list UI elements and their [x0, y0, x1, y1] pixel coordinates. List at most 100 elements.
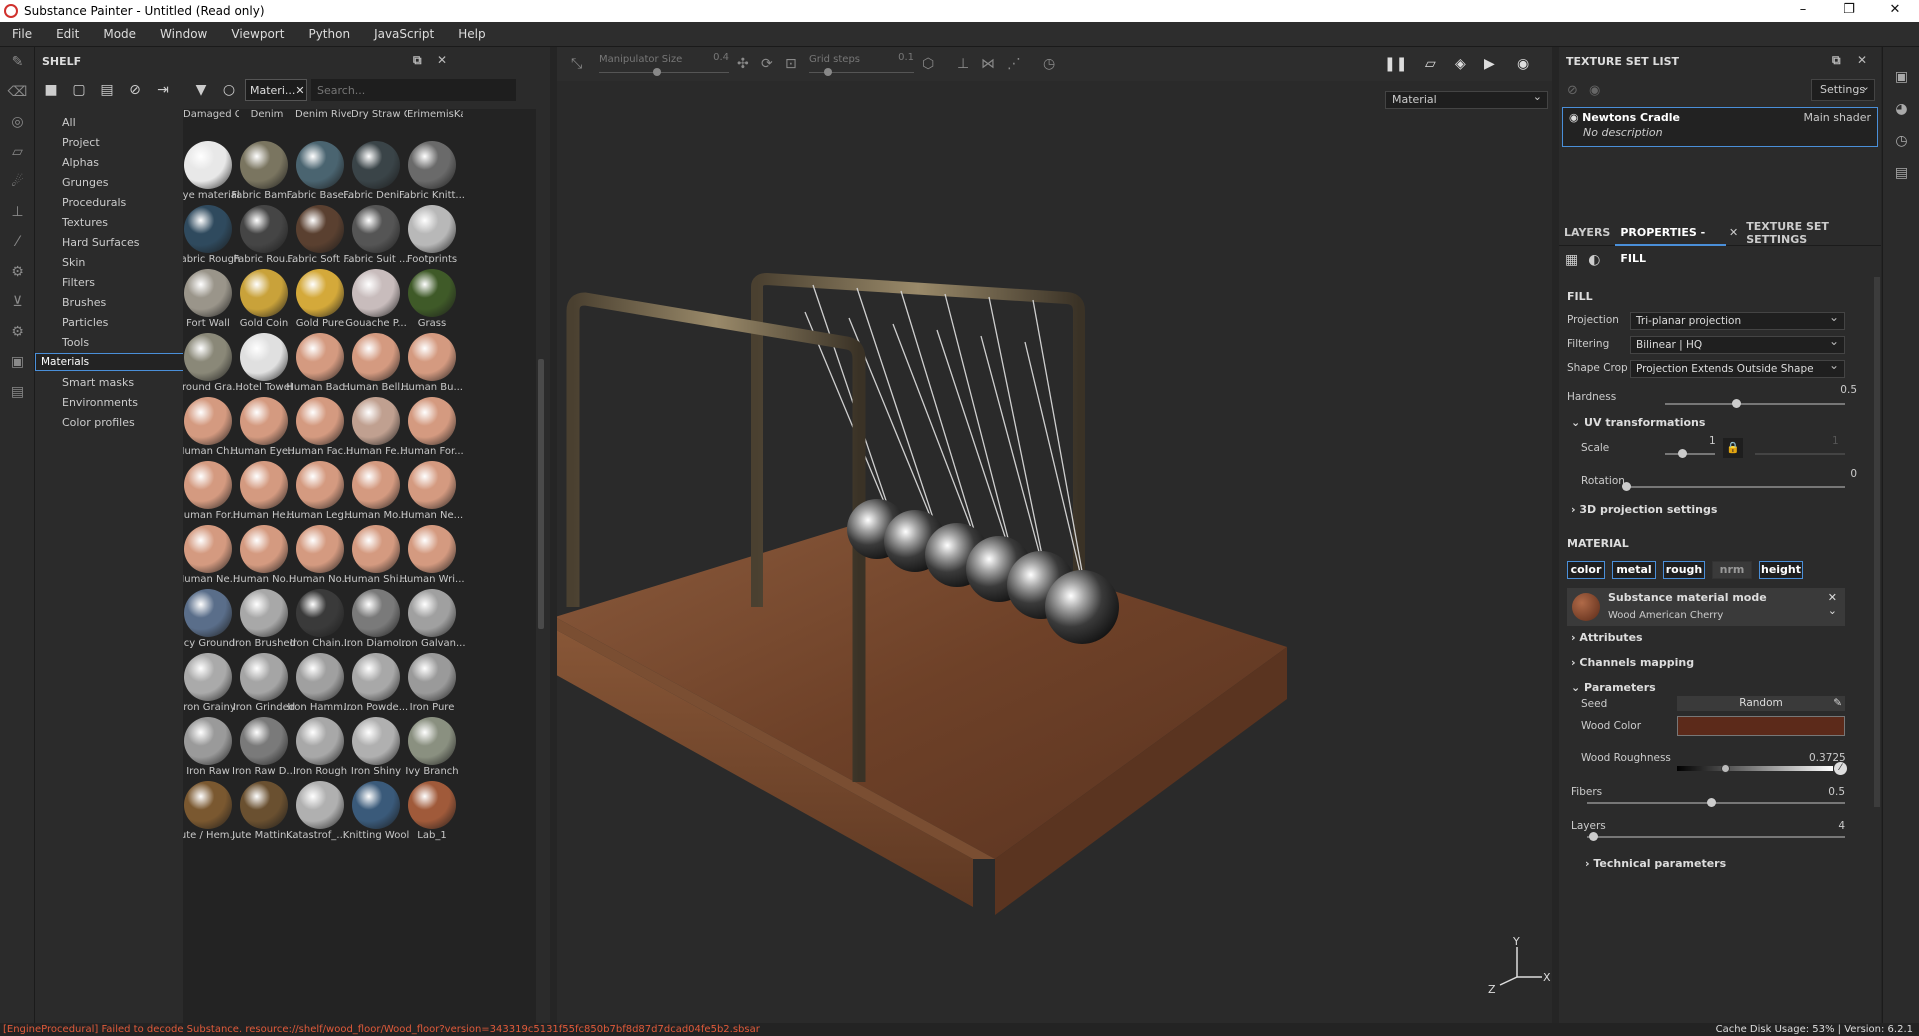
- remove-material-icon[interactable]: ✕: [1828, 591, 1837, 604]
- fill-properties-icon[interactable]: ▦: [1565, 252, 1578, 268]
- menu-mode[interactable]: Mode: [91, 27, 148, 41]
- technical-parameters-toggle[interactable]: › Technical parameters: [1585, 857, 1726, 870]
- close-panel-icon[interactable]: ✕: [1857, 53, 1867, 67]
- wood-roughness-knob[interactable]: [1721, 764, 1730, 773]
- menu-python[interactable]: Python: [296, 27, 362, 41]
- paint-brush-icon[interactable]: ✎: [0, 47, 35, 77]
- material-tile[interactable]: Lab_1: [408, 779, 478, 857]
- layers-slider-knob[interactable]: [1589, 832, 1598, 841]
- rotate-icon[interactable]: ⟳: [761, 56, 773, 72]
- channel-height-button[interactable]: height: [1759, 561, 1803, 579]
- 3d-projection-toggle[interactable]: › 3D projection settings: [1571, 503, 1717, 516]
- channel-rough-button[interactable]: rough: [1663, 561, 1705, 579]
- projection-select[interactable]: Tri-planar projection: [1630, 309, 1845, 330]
- screenshot-icon[interactable]: ◉: [1517, 56, 1529, 72]
- transform-icon[interactable]: ⤡: [571, 56, 582, 72]
- filter-icon[interactable]: ▼: [189, 78, 213, 102]
- close-tab-icon[interactable]: ✕: [1726, 226, 1741, 239]
- smudge-icon[interactable]: ☄: [0, 167, 35, 197]
- category-item[interactable]: Grunges: [35, 173, 177, 193]
- category-item[interactable]: Hard Surfaces: [35, 233, 177, 253]
- menu-edit[interactable]: Edit: [44, 27, 91, 41]
- pencil-icon[interactable]: ✎: [1833, 696, 1842, 711]
- tab-properties-fill[interactable]: PROPERTIES - FILL: [1615, 220, 1726, 265]
- align-icon[interactable]: ⊥: [957, 56, 969, 72]
- rotation-slider-knob[interactable]: [1622, 482, 1631, 491]
- remove-filter-icon[interactable]: ✕: [295, 84, 304, 97]
- shader-settings-icon[interactable]: ◕: [1883, 93, 1919, 125]
- folder-icon[interactable]: ■: [39, 78, 63, 102]
- channel-metal-button[interactable]: metal: [1612, 561, 1656, 579]
- category-item[interactable]: All: [35, 113, 177, 133]
- chevron-down-icon[interactable]: ⌄: [1828, 604, 1837, 617]
- color-picker-icon[interactable]: ⁄: [0, 227, 35, 257]
- close-window-button[interactable]: ✕: [1872, 0, 1918, 22]
- photoshop-icon[interactable]: ▣: [0, 347, 35, 377]
- list-item-label[interactable]: Denim Rivet: [295, 109, 351, 127]
- settings-dropdown[interactable]: Settings ⌄: [1811, 79, 1875, 101]
- import-icon[interactable]: ⇥: [151, 78, 175, 102]
- clone-stamp-icon[interactable]: ⊥: [0, 197, 35, 227]
- attributes-toggle[interactable]: › Attributes: [1571, 631, 1643, 644]
- eye-icon[interactable]: ◉: [1589, 83, 1600, 98]
- channel-nrm-button[interactable]: nrm: [1712, 561, 1752, 579]
- list-item-label[interactable]: ErimemisKar: [407, 109, 463, 127]
- snap-icon[interactable]: ⋰: [1007, 56, 1021, 72]
- substance-material-box[interactable]: Substance material mode Wood American Ch…: [1567, 588, 1845, 626]
- display-settings-icon[interactable]: ▣: [1883, 61, 1919, 93]
- frame-icon[interactable]: ▱: [1425, 56, 1436, 72]
- viewport-3d[interactable]: ⤡ Manipulator Size 0.4 ✣ ⟳ ⊡ Grid steps …: [557, 47, 1552, 1023]
- grid-steps-slider[interactable]: Grid steps 0.1: [809, 52, 914, 78]
- menu-file[interactable]: File: [0, 27, 44, 41]
- wood-color-swatch[interactable]: [1677, 716, 1845, 736]
- shelf-scrollbar[interactable]: [537, 109, 545, 1023]
- menu-viewport[interactable]: Viewport: [219, 27, 296, 41]
- menu-window[interactable]: Window: [148, 27, 219, 41]
- database-icon[interactable]: ▤: [95, 78, 119, 102]
- category-item[interactable]: Skin: [35, 253, 177, 273]
- properties-scrollbar[interactable]: [1874, 277, 1880, 807]
- rotation-slider[interactable]: [1625, 486, 1845, 488]
- hardness-slider-knob[interactable]: [1732, 399, 1741, 408]
- category-item[interactable]: Project: [35, 133, 177, 153]
- scale-icon[interactable]: ⊡: [785, 56, 797, 72]
- category-item[interactable]: Alphas: [35, 153, 177, 173]
- circle-icon[interactable]: ○: [217, 78, 241, 102]
- link-icon[interactable]: ⊘: [1567, 83, 1578, 98]
- minimize-button[interactable]: –: [1780, 0, 1826, 22]
- seed-random-button[interactable]: Random ✎: [1677, 696, 1845, 711]
- category-item[interactable]: Filters: [35, 273, 177, 293]
- shelf-search-input[interactable]: [311, 79, 516, 101]
- view-cube-icon[interactable]: ◈: [1455, 56, 1466, 72]
- category-item[interactable]: Color profiles: [35, 413, 177, 433]
- menu-help[interactable]: Help: [446, 27, 497, 41]
- hide-icon[interactable]: ⊘: [123, 78, 147, 102]
- scale-slider-knob[interactable]: [1678, 449, 1687, 458]
- history-icon[interactable]: ◷: [1883, 125, 1919, 157]
- menu-javascript[interactable]: JavaScript: [362, 27, 446, 41]
- material-sphere-icon[interactable]: ◐: [1588, 252, 1600, 268]
- camera-icon[interactable]: ▶: [1484, 56, 1495, 72]
- shape-crop-select[interactable]: Projection Extends Outside Shape: [1630, 357, 1845, 378]
- pause-icon[interactable]: ❚❚: [1384, 56, 1407, 72]
- channel-color-button[interactable]: color: [1567, 561, 1605, 579]
- category-item[interactable]: Particles: [35, 313, 177, 333]
- move-icon[interactable]: ✣: [737, 56, 749, 72]
- manipulator-size-slider[interactable]: Manipulator Size 0.4: [599, 52, 729, 78]
- texture-set-shader[interactable]: Main shader: [1804, 111, 1871, 124]
- new-item-icon[interactable]: ▢: [67, 78, 91, 102]
- viewport-channel-select[interactable]: Material ⌄: [1385, 90, 1548, 109]
- layers-slider[interactable]: [1587, 836, 1845, 838]
- wood-roughness-slider[interactable]: [1677, 766, 1833, 771]
- polygon-fill-icon[interactable]: ▱: [0, 137, 35, 167]
- projection-icon[interactable]: ◎: [0, 107, 35, 137]
- hardness-slider[interactable]: [1665, 403, 1845, 405]
- float-panel-icon[interactable]: ⧉: [413, 53, 422, 68]
- scale-slider[interactable]: [1665, 453, 1715, 455]
- category-item[interactable]: Procedurals: [35, 193, 177, 213]
- list-item-label[interactable]: Dry Straw G...: [351, 109, 407, 127]
- fibers-slider[interactable]: [1587, 802, 1845, 804]
- category-item[interactable]: Textures: [35, 213, 177, 233]
- eraser-icon[interactable]: ⌫: [0, 77, 35, 107]
- history-icon[interactable]: ◷: [1043, 56, 1055, 72]
